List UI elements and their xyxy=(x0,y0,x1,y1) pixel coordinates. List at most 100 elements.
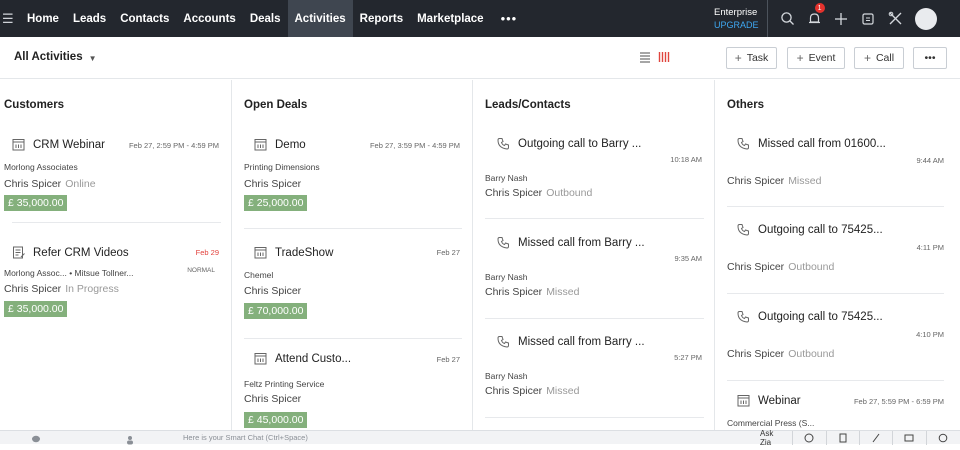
phone-icon xyxy=(497,336,509,348)
nav-deals[interactable]: Deals xyxy=(243,0,288,37)
phone-icon xyxy=(497,138,509,150)
card-time: 4:11 PM xyxy=(916,243,944,252)
menu-icon[interactable]: ☰ xyxy=(0,11,20,27)
nav-more-button[interactable]: ••• xyxy=(491,11,528,26)
card-title: Missed call from Barry ... xyxy=(497,335,645,348)
nav-contacts[interactable]: Contacts xyxy=(113,0,176,37)
card-title: Missed call from Barry ... xyxy=(497,236,645,249)
card-status: Online xyxy=(65,178,96,190)
ask-zia-button[interactable]: Ask Zia xyxy=(754,429,794,447)
card-time: Feb 27 xyxy=(436,248,460,257)
card-related: Commercial Press (S... xyxy=(727,418,815,428)
card-title-text: Missed call from 01600... xyxy=(758,137,886,150)
activity-card[interactable]: Refer CRM Videos Feb 29 NORMAL Morlong A… xyxy=(0,234,231,334)
list-view-icon[interactable] xyxy=(639,50,651,68)
card-time: 9:44 AM xyxy=(916,156,944,165)
smart-chat-input[interactable]: Here is your Smart Chat (Ctrl+Space) xyxy=(183,433,308,442)
plus-icon[interactable] xyxy=(828,0,855,37)
owner-name: Chris Spicer xyxy=(485,385,543,397)
notes-icon[interactable] xyxy=(827,431,860,445)
card-status: Missed xyxy=(546,385,580,397)
chat-icon[interactable] xyxy=(31,432,41,450)
plus-icon: + xyxy=(863,51,871,65)
bottom-right-tools: Ask Zia xyxy=(754,429,960,447)
card-owner: Chris Spicer xyxy=(244,178,302,190)
more-actions-button[interactable]: ••• xyxy=(913,47,947,69)
card-title-text: CRM Webinar xyxy=(33,138,105,151)
activity-card[interactable]: Attend Custo... Feb 27 Feltz Printing Se… xyxy=(232,344,472,430)
card-time: 10:18 AM xyxy=(670,155,702,164)
activity-card[interactable]: Outgoing call to 75425... 4:10 PM Chris … xyxy=(715,297,960,383)
activity-card[interactable]: CRM Webinar Feb 27, 2:59 PM - 4:59 PM Mo… xyxy=(0,124,231,224)
card-related: Barry Nash xyxy=(485,371,528,381)
screen-icon[interactable] xyxy=(893,431,927,445)
card-owner: Chris Spicer Missed xyxy=(485,286,579,298)
nav-accounts[interactable]: Accounts xyxy=(176,0,242,37)
activity-card[interactable]: TradeShow Feb 27 Chemel Chris Spicer £ 7… xyxy=(232,234,472,339)
card-title-text: Refer CRM Videos xyxy=(33,246,129,259)
activity-card[interactable]: Missed call from Barry ... 9:35 AM Barry… xyxy=(473,224,714,320)
card-title-text: Attend Custo... xyxy=(275,352,352,365)
contacts-icon[interactable] xyxy=(125,432,135,450)
new-call-button[interactable]: + Call xyxy=(854,47,904,69)
nav-marketplace[interactable]: Marketplace xyxy=(410,0,490,37)
amount-badge: £ 25,000.00 xyxy=(244,195,308,211)
owner-name: Chris Spicer xyxy=(4,283,62,295)
history-icon[interactable] xyxy=(927,431,960,445)
activity-card[interactable]: Missed call from Barry ... 5:27 PM Barry… xyxy=(473,324,714,420)
calendar-icon xyxy=(12,139,25,151)
owner-name: Chris Spicer xyxy=(727,261,785,273)
card-status: In Progress xyxy=(65,283,119,295)
bell-icon[interactable]: 1 xyxy=(801,0,828,37)
calendar-icon xyxy=(254,139,267,151)
view-selector[interactable]: All Activities ▼ xyxy=(14,51,97,63)
card-time: Feb 27, 3:59 PM - 4:59 PM xyxy=(369,141,460,150)
card-time: Feb 27, 2:59 PM - 4:59 PM xyxy=(128,141,219,150)
column-title: Open Deals xyxy=(244,99,308,111)
card-time: Feb 27 xyxy=(436,355,460,364)
card-status: Outbound xyxy=(546,187,593,199)
calendar-icon xyxy=(254,247,267,259)
card-divider xyxy=(727,293,944,294)
card-owner: Chris Spicer xyxy=(244,393,302,405)
calendar-icon[interactable] xyxy=(855,0,882,37)
nav-reports[interactable]: Reports xyxy=(353,0,410,37)
search-icon[interactable] xyxy=(774,0,801,37)
kanban-view-icon[interactable] xyxy=(658,50,670,68)
activity-card[interactable]: Missed call from 01600... 9:44 AM Chris … xyxy=(715,124,960,208)
column-title: Customers xyxy=(4,99,65,111)
card-title: Outgoing call to 75425... xyxy=(737,310,883,323)
upgrade-link[interactable]: UPGRADE xyxy=(714,20,759,30)
card-owner: Chris Spicer Online xyxy=(4,178,96,190)
card-owner: Chris Spicer In Progress xyxy=(4,283,119,295)
card-divider xyxy=(485,218,704,219)
percent-icon[interactable] xyxy=(860,431,894,445)
card-title: Outgoing call to Barry ... xyxy=(497,137,641,150)
card-title: Webinar xyxy=(737,394,801,407)
card-status: Missed xyxy=(788,175,822,187)
activity-card[interactable]: Outgoing call to 75425... 4:11 PM Chris … xyxy=(715,210,960,296)
card-related: Morlong Assoc... • Mitsue Tollner... xyxy=(4,268,134,278)
nav-leads[interactable]: Leads xyxy=(66,0,113,37)
zia-icon[interactable] xyxy=(793,431,827,445)
tools-icon[interactable] xyxy=(882,0,909,37)
avatar[interactable] xyxy=(914,7,937,30)
nav-activities[interactable]: Activities xyxy=(287,0,353,37)
activities-toolbar: All Activities ▼ + Task + Event + Call •… xyxy=(0,37,960,79)
activity-card[interactable]: Outgoing call to Barry ... 10:18 AM Barr… xyxy=(473,124,714,220)
owner-name: Chris Spicer xyxy=(727,175,785,187)
activity-card[interactable]: Webinar Feb 27, 5:59 PM - 6:59 PM Commer… xyxy=(715,384,960,430)
column-open-deals: Open Deals Demo Feb 27, 3:59 PM - 4:59 P… xyxy=(232,80,473,430)
plus-icon: + xyxy=(796,51,804,65)
view-selector-label: All Activities xyxy=(14,51,83,63)
nav-home[interactable]: Home xyxy=(20,0,66,37)
amount-badge: £ 70,000.00 xyxy=(244,303,308,319)
new-event-button[interactable]: + Event xyxy=(787,47,845,69)
new-task-button[interactable]: + Task xyxy=(726,47,777,69)
card-related: Printing Dimensions xyxy=(244,162,320,172)
card-divider xyxy=(727,206,944,207)
edition-label: Enterprise xyxy=(714,7,758,18)
more-actions-label: ••• xyxy=(924,52,936,64)
activity-card[interactable]: Demo Feb 27, 3:59 PM - 4:59 PM Printing … xyxy=(232,124,472,229)
plus-icon: + xyxy=(734,51,742,65)
